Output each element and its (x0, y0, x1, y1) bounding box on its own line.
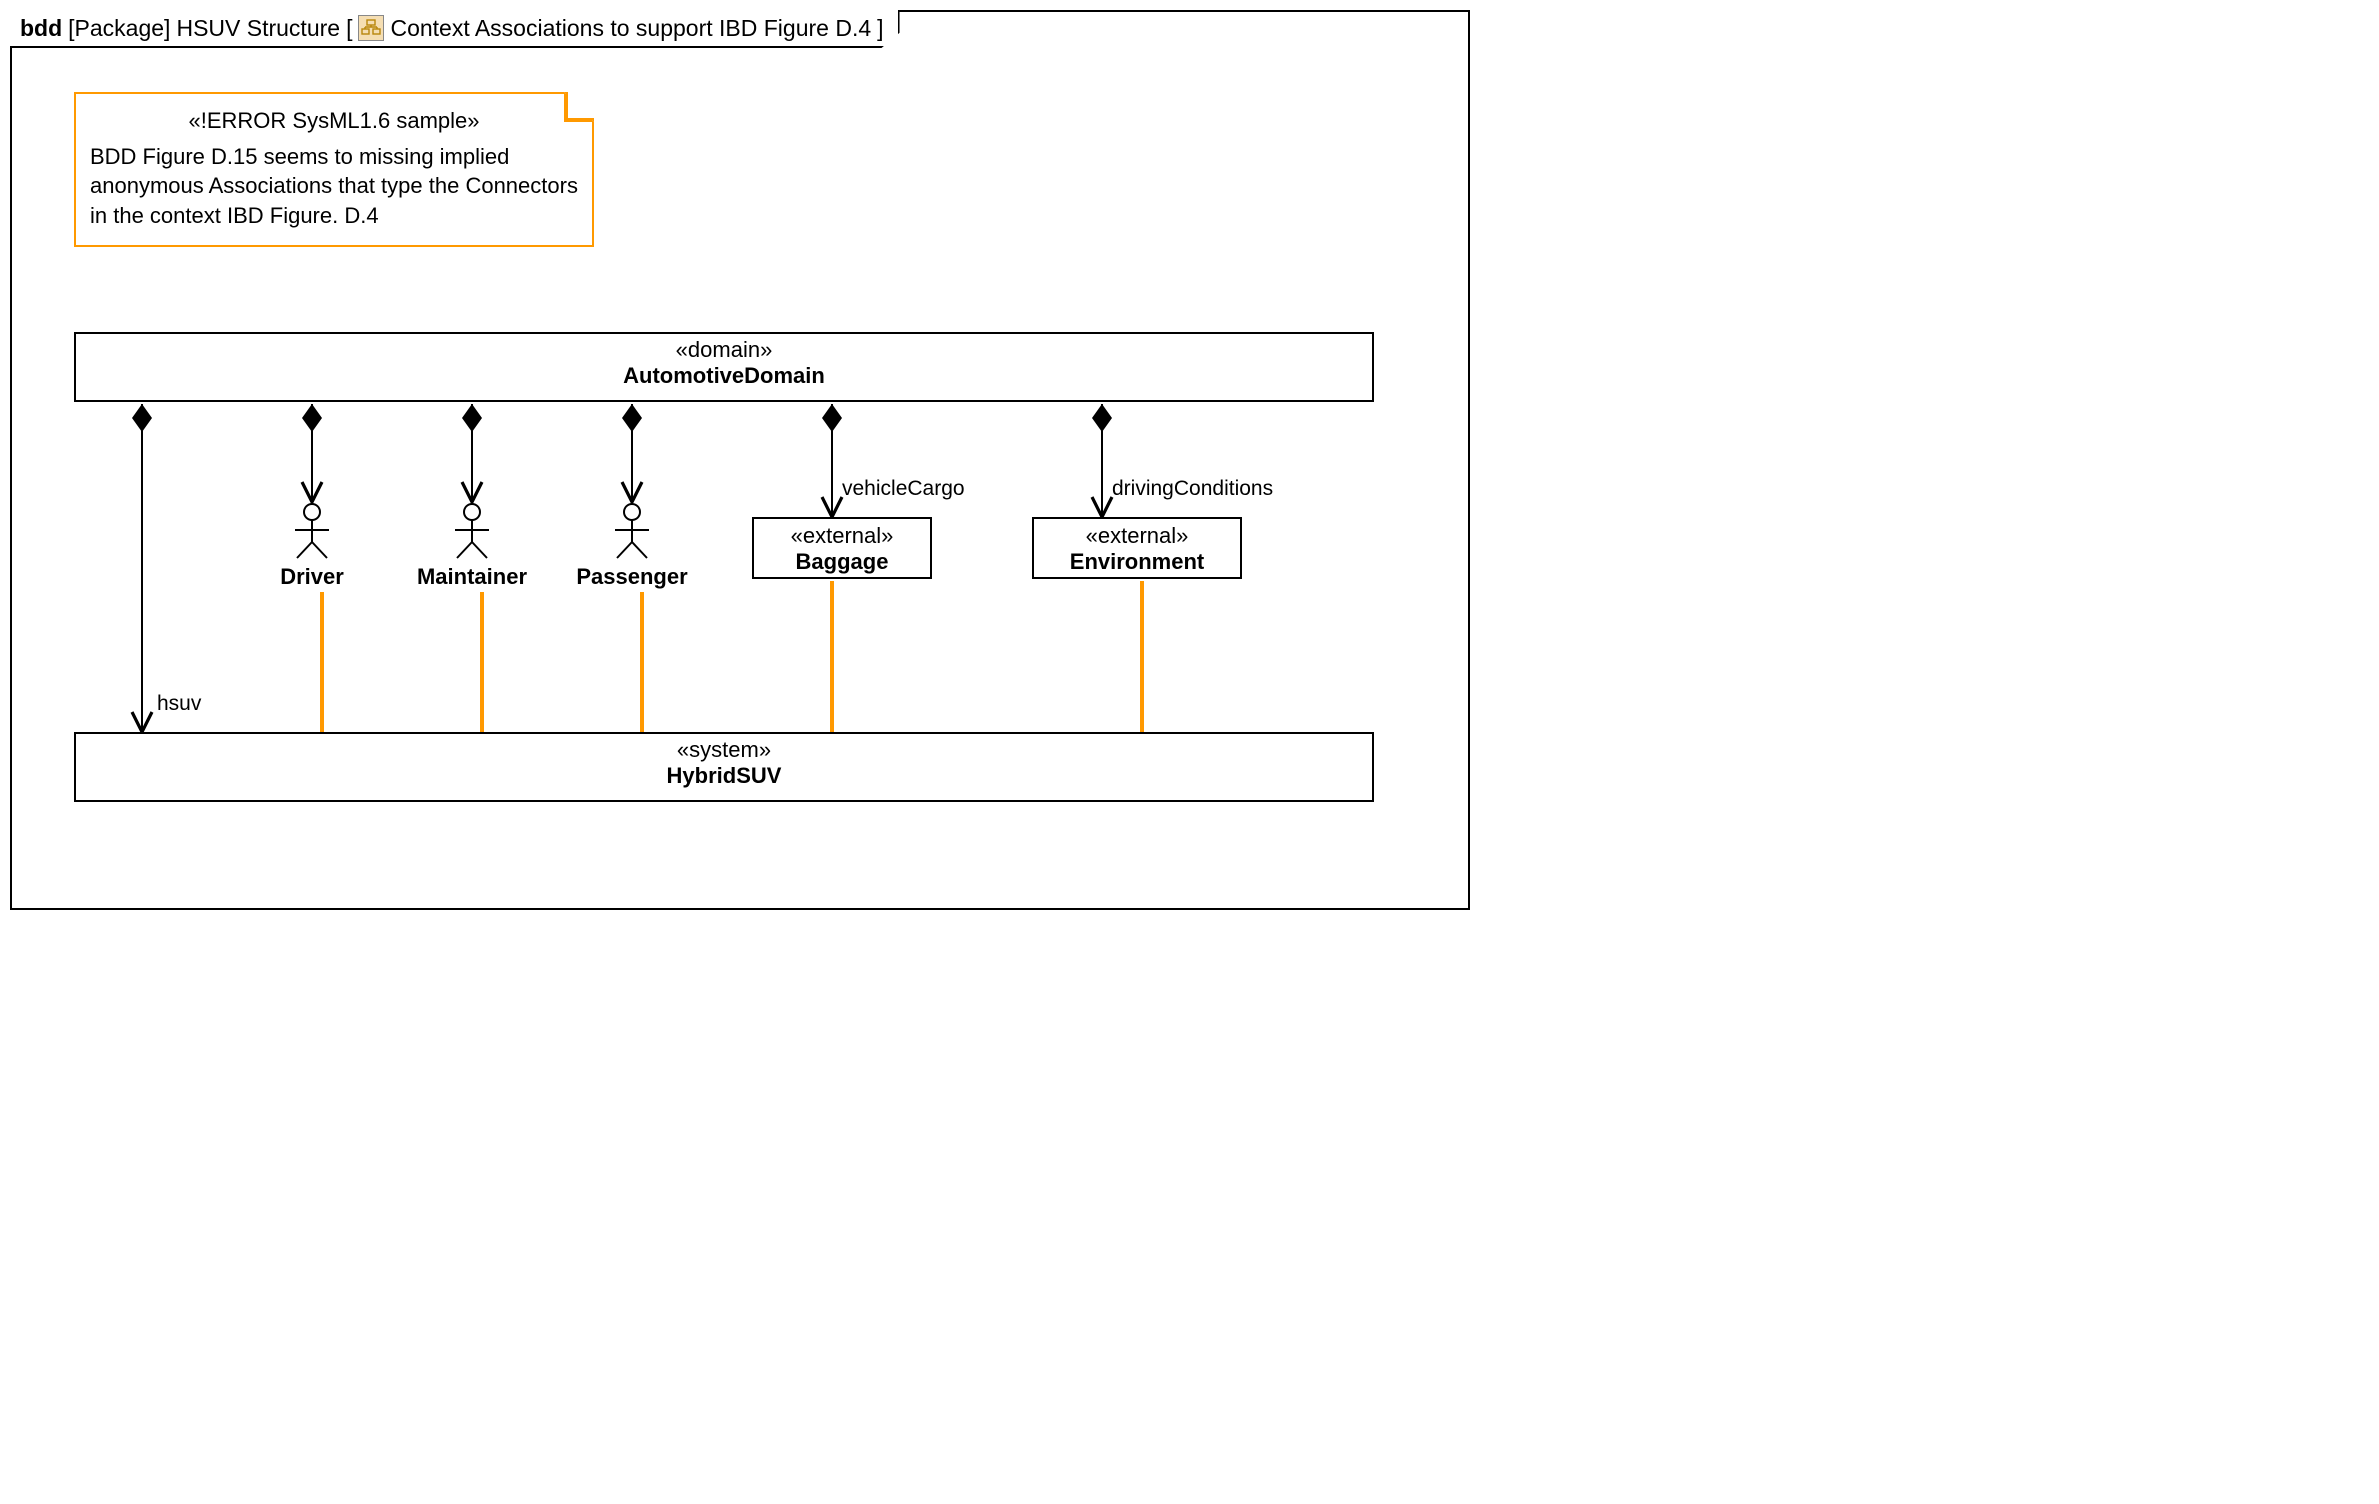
passenger-actor[interactable]: Passenger (567, 502, 697, 590)
error-note: «!ERROR SysML1.6 sample» BDD Figure D.15… (74, 92, 594, 247)
driver-label: Driver (262, 564, 362, 590)
note-stereotype: «!ERROR SysML1.6 sample» (90, 106, 578, 136)
note-body: BDD Figure D.15 seems to missing implied… (90, 142, 578, 231)
baggage-stereotype: «external» (762, 523, 922, 549)
baggage-name: Baggage (762, 549, 922, 575)
maintainer-label: Maintainer (412, 564, 532, 590)
system-name: HybridSUV (84, 763, 1364, 789)
hsuv-role-label: hsuv (157, 692, 201, 716)
diagram-title: Context Associations to support IBD Figu… (390, 15, 871, 42)
domain-stereotype: «domain» (84, 337, 1364, 363)
diagram-frame: bdd [Package] HSUV Structure [ Context A… (10, 10, 1470, 910)
hybrid-suv-block[interactable]: «system» HybridSUV (74, 732, 1374, 802)
baggage-block[interactable]: «external» Baggage (752, 517, 932, 579)
maintainer-actor[interactable]: Maintainer (412, 502, 532, 590)
automotive-domain-block[interactable]: «domain» AutomotiveDomain (74, 332, 1374, 402)
env-stereotype: «external» (1042, 523, 1232, 549)
bracket-open: [ (346, 15, 352, 42)
note-fold-icon (566, 92, 594, 120)
package-name: HSUV Structure (176, 15, 340, 42)
actor-icon (447, 502, 497, 562)
actor-icon (607, 502, 657, 562)
passenger-label: Passenger (567, 564, 697, 590)
actor-icon (287, 502, 337, 562)
package-label: [Package] (68, 15, 170, 42)
frame-header: bdd [Package] HSUV Structure [ Context A… (10, 10, 900, 48)
domain-name: AutomotiveDomain (84, 363, 1364, 389)
env-name: Environment (1042, 549, 1232, 575)
driver-actor[interactable]: Driver (262, 502, 362, 590)
package-icon (358, 15, 384, 41)
environment-block[interactable]: «external» Environment (1032, 517, 1242, 579)
bracket-close: ] (877, 15, 883, 42)
diagram-kind: bdd (20, 15, 62, 42)
vehicle-cargo-role-label: vehicleCargo (842, 477, 965, 501)
driving-conditions-role-label: drivingConditions (1112, 477, 1273, 501)
system-stereotype: «system» (84, 737, 1364, 763)
